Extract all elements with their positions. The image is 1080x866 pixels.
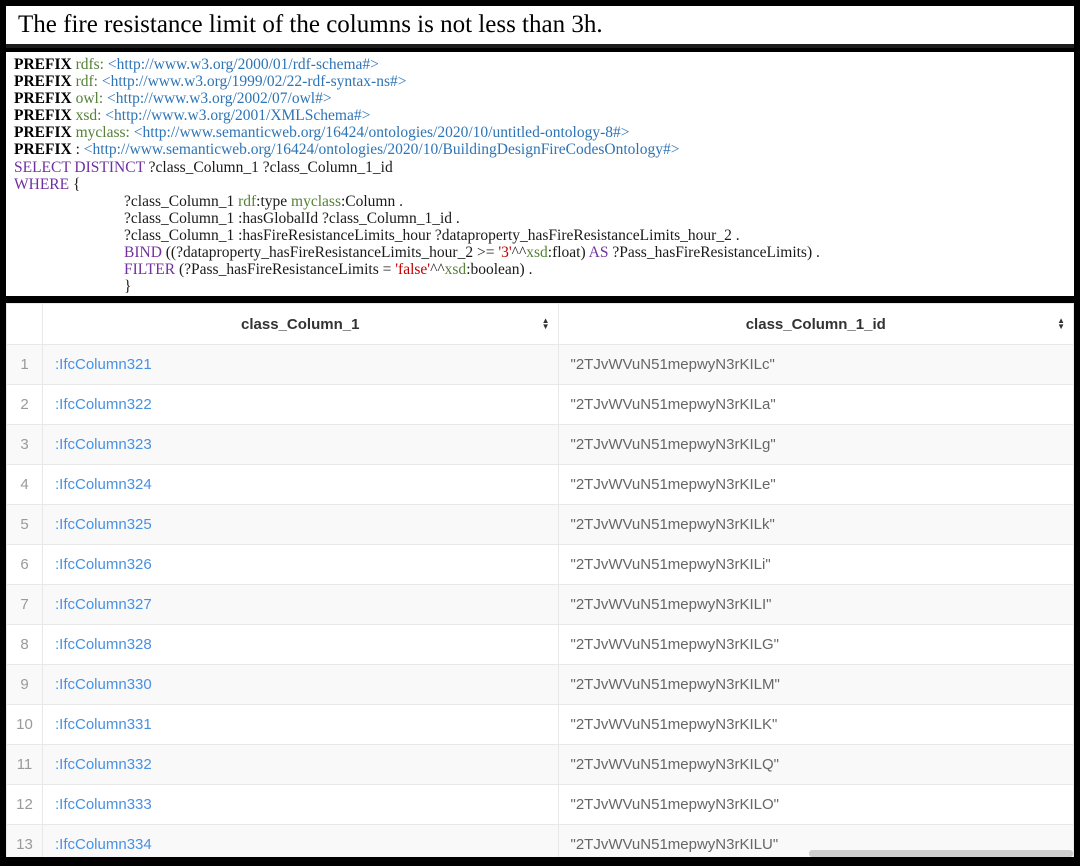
- table-row: 11 :IfcColumn332 "2TJvWVuN51mepwyN3rKILQ": [6, 744, 1074, 785]
- ifc-column-link[interactable]: :IfcColumn330: [55, 676, 152, 693]
- results-table-panel: class_Column_1 ▲ ▼ class_Column_1_id ▲ ▼…: [6, 303, 1074, 857]
- class-column-cell: :IfcColumn326: [42, 544, 559, 585]
- column-header-class-column-1-id[interactable]: class_Column_1_id ▲ ▼: [557, 303, 1074, 345]
- row-number: 5: [6, 504, 43, 545]
- query-line: PREFIX rdf: <http://www.w3.org/1999/02/2…: [14, 73, 407, 91]
- ifc-column-link[interactable]: :IfcColumn324: [55, 476, 152, 493]
- row-number: 3: [6, 424, 43, 465]
- row-number: 7: [6, 584, 43, 625]
- global-id-cell: "2TJvWVuN51mepwyN3rKILk": [557, 504, 1074, 545]
- horizontal-scrollbar[interactable]: [6, 850, 1074, 857]
- column-header-class-column-1[interactable]: class_Column_1 ▲ ▼: [42, 303, 559, 345]
- query-line: }: [124, 278, 132, 296]
- table-row: 4 :IfcColumn324 "2TJvWVuN51mepwyN3rKILe": [6, 464, 1074, 505]
- table-row: 12 :IfcColumn333 "2TJvWVuN51mepwyN3rKILO": [6, 784, 1074, 825]
- global-id-cell: "2TJvWVuN51mepwyN3rKILQ": [557, 744, 1074, 785]
- ifc-column-link[interactable]: :IfcColumn325: [55, 516, 152, 533]
- query-line: WHERE {: [14, 175, 81, 193]
- row-number: 12: [6, 784, 43, 825]
- query-line: PREFIX owl: <http://www.w3.org/2002/07/o…: [14, 90, 332, 108]
- class-column-cell: :IfcColumn333: [42, 784, 559, 825]
- class-column-cell: :IfcColumn331: [42, 704, 559, 745]
- class-column-cell: :IfcColumn324: [42, 464, 559, 505]
- header-row: class_Column_1 ▲ ▼ class_Column_1_id ▲ ▼: [6, 303, 1074, 345]
- class-column-cell: :IfcColumn325: [42, 504, 559, 545]
- class-column-cell: :IfcColumn327: [42, 584, 559, 625]
- results-table: class_Column_1 ▲ ▼ class_Column_1_id ▲ ▼…: [6, 303, 1074, 857]
- global-id-cell: "2TJvWVuN51mepwyN3rKILi": [557, 544, 1074, 585]
- global-id-cell: "2TJvWVuN51mepwyN3rKILc": [557, 344, 1074, 385]
- results-table-header: class_Column_1 ▲ ▼ class_Column_1_id ▲ ▼: [6, 303, 1074, 345]
- page-title: The fire resistance limit of the columns…: [18, 11, 603, 38]
- class-column-cell: :IfcColumn332: [42, 744, 559, 785]
- global-id-cell: "2TJvWVuN51mepwyN3rKILI": [557, 584, 1074, 625]
- sort-icon[interactable]: ▲ ▼: [1057, 317, 1065, 331]
- sort-down-icon: ▼: [541, 322, 550, 331]
- table-row: 5 :IfcColumn325 "2TJvWVuN51mepwyN3rKILk": [6, 504, 1074, 545]
- sort-icon[interactable]: ▲ ▼: [541, 317, 550, 331]
- ifc-column-link[interactable]: :IfcColumn326: [55, 556, 152, 573]
- global-id-cell: "2TJvWVuN51mepwyN3rKILe": [557, 464, 1074, 505]
- ifc-column-link[interactable]: :IfcColumn323: [55, 436, 152, 453]
- class-column-cell: :IfcColumn330: [42, 664, 559, 705]
- scrollbar-thumb[interactable]: [809, 850, 1073, 857]
- query-line: ?class_Column_1 :hasGlobalId ?class_Colu…: [124, 209, 460, 227]
- query-line: BIND ((?dataproperty_hasFireResistanceLi…: [124, 244, 820, 262]
- column-header-label: class_Column_1: [241, 315, 360, 333]
- row-number: 11: [6, 744, 43, 785]
- row-number: 4: [6, 464, 43, 505]
- ifc-column-link[interactable]: :IfcColumn321: [55, 356, 152, 373]
- query-line: PREFIX xsd: <http://www.w3.org/2001/XMLS…: [14, 107, 371, 125]
- global-id-cell: "2TJvWVuN51mepwyN3rKILa": [557, 384, 1074, 425]
- table-row: 3 :IfcColumn323 "2TJvWVuN51mepwyN3rKILg": [6, 424, 1074, 465]
- table-row: 8 :IfcColumn328 "2TJvWVuN51mepwyN3rKILG": [6, 624, 1074, 665]
- ifc-column-link[interactable]: :IfcColumn331: [55, 716, 152, 733]
- global-id-cell: "2TJvWVuN51mepwyN3rKILM": [557, 664, 1074, 705]
- table-row: 2 :IfcColumn322 "2TJvWVuN51mepwyN3rKILa": [6, 384, 1074, 425]
- sparql-query-text: PREFIX rdfs: <http://www.w3.org/2000/01/…: [14, 56, 1066, 295]
- ifc-column-link[interactable]: :IfcColumn332: [55, 756, 152, 773]
- global-id-cell: "2TJvWVuN51mepwyN3rKILg": [557, 424, 1074, 465]
- table-row: 1 :IfcColumn321 "2TJvWVuN51mepwyN3rKILc": [6, 344, 1074, 385]
- table-row: 6 :IfcColumn326 "2TJvWVuN51mepwyN3rKILi": [6, 544, 1074, 585]
- query-line: ?class_Column_1 rdf:type myclass:Column …: [124, 192, 403, 210]
- row-number: 6: [6, 544, 43, 585]
- row-number: 8: [6, 624, 43, 665]
- class-column-cell: :IfcColumn322: [42, 384, 559, 425]
- row-number: 9: [6, 664, 43, 705]
- class-column-cell: :IfcColumn328: [42, 624, 559, 665]
- global-id-cell: "2TJvWVuN51mepwyN3rKILO": [557, 784, 1074, 825]
- row-number: 1: [6, 344, 43, 385]
- global-id-cell: "2TJvWVuN51mepwyN3rKILG": [557, 624, 1074, 665]
- table-row: 7 :IfcColumn327 "2TJvWVuN51mepwyN3rKILI": [6, 584, 1074, 625]
- query-line: FILTER (?Pass_hasFireResistanceLimits = …: [124, 261, 533, 279]
- ifc-column-link[interactable]: :IfcColumn333: [55, 796, 152, 813]
- results-table-body: 1 :IfcColumn321 "2TJvWVuN51mepwyN3rKILc" 2:…: [6, 344, 1074, 857]
- sort-down-icon: ▼: [1057, 322, 1065, 331]
- sparql-query-panel: PREFIX rdfs: <http://www.w3.org/2000/01/…: [6, 52, 1074, 303]
- row-number-header: [6, 303, 43, 345]
- class-column-cell: :IfcColumn323: [42, 424, 559, 465]
- class-column-cell: :IfcColumn321: [42, 344, 559, 385]
- global-id-cell: "2TJvWVuN51mepwyN3rKILK": [557, 704, 1074, 745]
- query-line: PREFIX myclass: <http://www.semanticweb.…: [14, 124, 630, 142]
- title-bar: The fire resistance limit of the columns…: [6, 6, 1074, 48]
- ifc-column-link[interactable]: :IfcColumn327: [55, 596, 152, 613]
- table-row: 9 :IfcColumn330 "2TJvWVuN51mepwyN3rKILM": [6, 664, 1074, 705]
- table-row: 10 :IfcColumn331 "2TJvWVuN51mepwyN3rKILK": [6, 704, 1074, 745]
- ifc-column-link[interactable]: :IfcColumn328: [55, 636, 152, 653]
- query-line: ?class_Column_1 :hasFireResistanceLimits…: [124, 226, 740, 244]
- query-line: SELECT DISTINCT ?class_Column_1 ?class_C…: [14, 158, 393, 176]
- row-number: 2: [6, 384, 43, 425]
- query-line: PREFIX rdfs: <http://www.w3.org/2000/01/…: [14, 56, 379, 73]
- row-number: 10: [6, 704, 43, 745]
- ifc-column-link[interactable]: :IfcColumn322: [55, 396, 152, 413]
- column-header-label: class_Column_1_id: [745, 315, 886, 333]
- query-line: PREFIX : <http://www.semanticweb.org/164…: [14, 141, 680, 159]
